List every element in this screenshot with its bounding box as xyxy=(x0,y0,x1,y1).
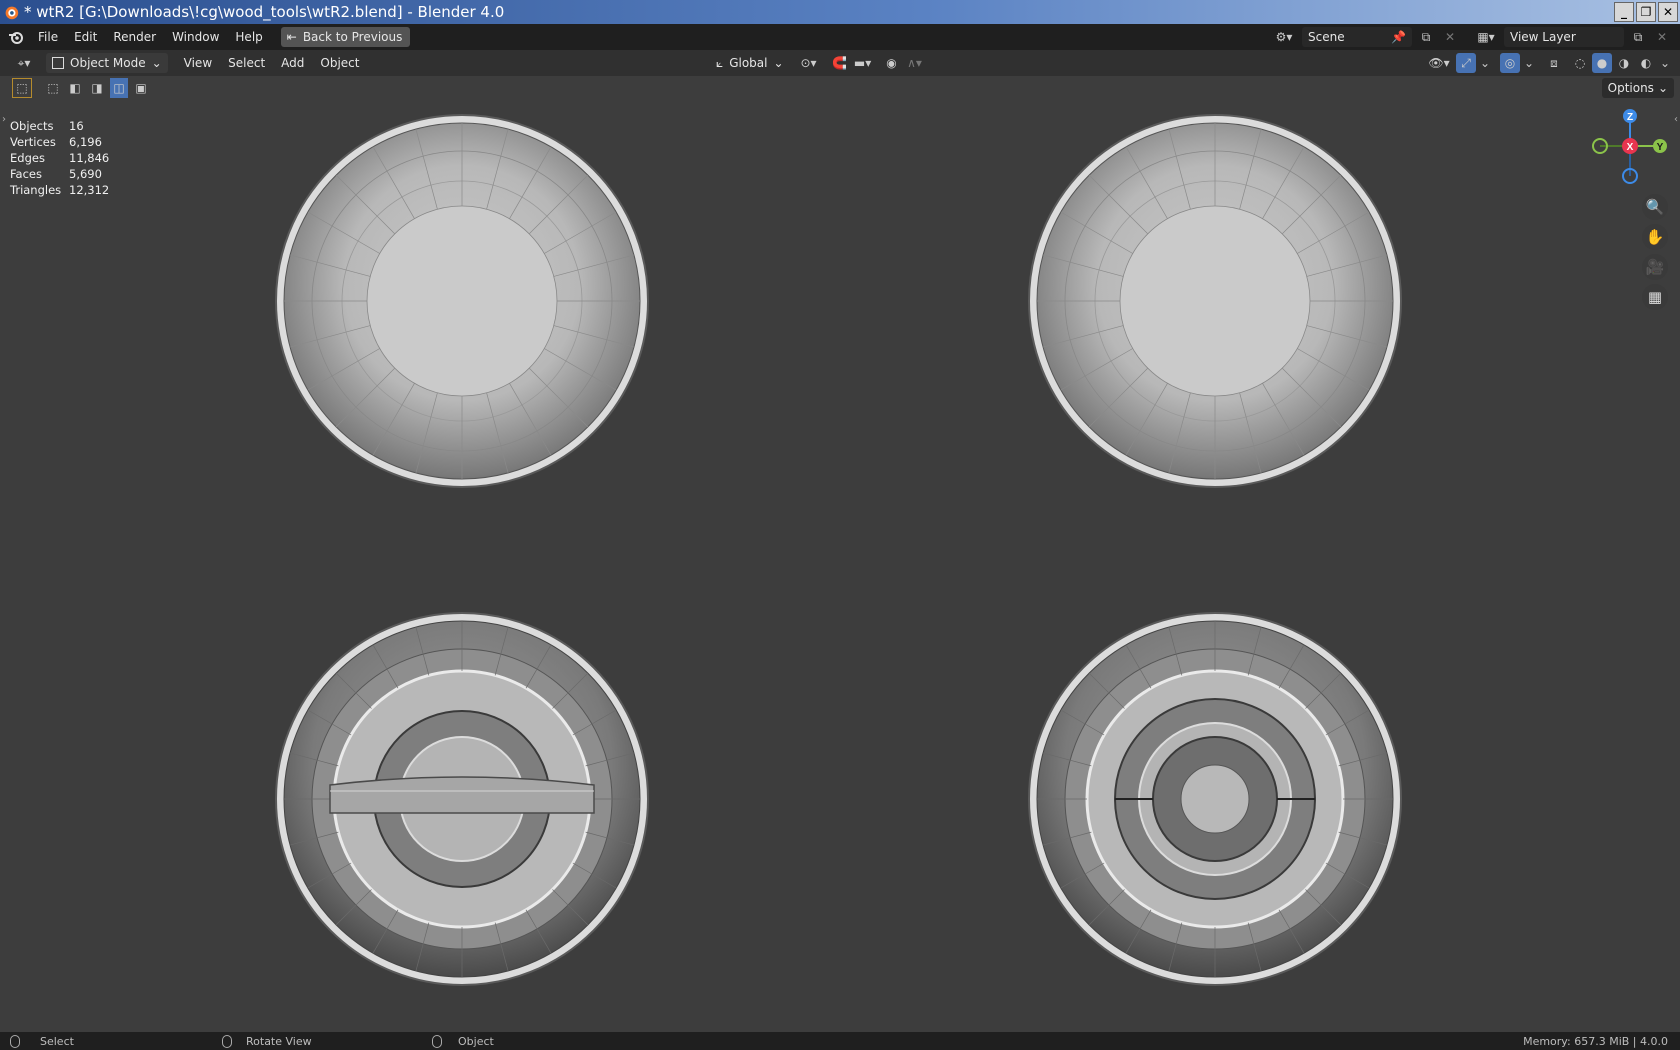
select-invert-icon[interactable]: ◫ xyxy=(110,78,128,98)
window-titlebar: * wtR2 [G:\Downloads\!cg\wood_tools\wtR2… xyxy=(0,0,1680,24)
mouse-right-icon xyxy=(432,1034,442,1048)
3d-viewport[interactable]: ⬚ ⬚ ◧ ◨ ◫ ▣ Options ⌄ Objects 16 Vertices… xyxy=(0,76,1680,1032)
falloff-icon[interactable]: ∧▾ xyxy=(902,53,928,73)
pivot-point-icon[interactable]: ⊙▾ xyxy=(794,53,824,73)
status-select: Select xyxy=(10,1034,74,1048)
stats-row: Edges 11,846 xyxy=(10,151,110,165)
gizmo-dropdown-icon[interactable]: ⌄ xyxy=(1478,53,1492,73)
viewport-header: ⌖▾ Object Mode ⌄ View Select Add Object … xyxy=(0,50,1680,76)
select-intersect-icon[interactable]: ▣ xyxy=(132,78,150,98)
stats-row: Faces 5,690 xyxy=(10,167,102,181)
menu-add[interactable]: Add xyxy=(273,50,312,76)
restore-button[interactable]: ❐ xyxy=(1636,2,1656,22)
memory-readout: Memory: 657.3 MiB | 4.0.0 xyxy=(1523,1034,1668,1048)
stats-row: Triangles 12,312 xyxy=(10,183,110,197)
svg-text:Y: Y xyxy=(1657,142,1664,153)
mode-dropdown[interactable]: Object Mode ⌄ xyxy=(46,53,168,73)
chevron-down-icon: ⌄ xyxy=(773,56,784,70)
back-icon: ⇤ xyxy=(286,30,297,44)
minimize-button[interactable]: _ xyxy=(1614,2,1634,22)
orientation-icon: ⟀ xyxy=(716,55,724,70)
menu-window[interactable]: Window xyxy=(164,24,227,50)
ortho-grid-icon[interactable]: ▦ xyxy=(1642,284,1668,310)
transform-orientation-dropdown[interactable]: ⟀ Global ⌄ xyxy=(710,53,790,73)
editor-type-icon[interactable]: ⌖▾ xyxy=(8,53,40,73)
select-subtract-icon[interactable]: ◨ xyxy=(88,78,106,98)
material-shading-icon[interactable]: ◑ xyxy=(1614,53,1634,73)
new-view-layer-icon[interactable]: ⧉ xyxy=(1628,27,1648,47)
chevron-down-icon: ⌄ xyxy=(1657,81,1668,95)
selection-tools: ⬚ ⬚ ◧ ◨ ◫ ▣ xyxy=(12,78,150,98)
dial-object-top-right[interactable] xyxy=(1027,113,1403,489)
mouse-middle-icon xyxy=(222,1034,232,1048)
select-tool-icon[interactable]: ⬚ xyxy=(12,78,32,98)
svg-text:Z: Z xyxy=(1627,112,1633,123)
window-title: * wtR2 [G:\Downloads\!cg\wood_tools\wtR2… xyxy=(24,3,505,21)
rendered-shading-icon[interactable]: ◐ xyxy=(1636,53,1656,73)
snap-toggle-icon[interactable]: 🧲 xyxy=(830,53,850,73)
zoom-icon[interactable]: 🔍 xyxy=(1642,194,1668,220)
object-mode-icon xyxy=(52,57,64,69)
options-dropdown[interactable]: Options ⌄ xyxy=(1601,78,1674,98)
select-new-icon[interactable]: ⬚ xyxy=(44,78,62,98)
stats-row: Objects 16 xyxy=(10,119,84,133)
camera-view-icon[interactable]: 🎥 xyxy=(1642,254,1668,280)
shading-dropdown-icon[interactable]: ⌄ xyxy=(1658,53,1672,73)
menu-select[interactable]: Select xyxy=(220,50,273,76)
snap-target-icon[interactable]: ▬▾ xyxy=(850,53,876,73)
solid-shading-icon[interactable]: ● xyxy=(1592,53,1612,73)
overlay-toggle-icon[interactable]: ◎ xyxy=(1500,53,1520,73)
xray-toggle-icon[interactable]: ⧈ xyxy=(1544,53,1564,73)
close-button[interactable]: ✕ xyxy=(1658,2,1678,22)
pan-hand-icon[interactable]: ✋ xyxy=(1642,224,1668,250)
delete-view-layer-icon[interactable]: ✕ xyxy=(1652,27,1672,47)
menu-render[interactable]: Render xyxy=(105,24,164,50)
menu-edit[interactable]: Edit xyxy=(66,24,105,50)
scene-field[interactable]: Scene 📌 xyxy=(1302,27,1412,47)
menu-file[interactable]: File xyxy=(30,24,66,50)
status-object: Object xyxy=(432,1034,494,1048)
scene-selector-icon[interactable]: ⚙▾ xyxy=(1270,27,1298,47)
menu-object[interactable]: Object xyxy=(312,50,367,76)
delete-scene-icon[interactable]: ✕ xyxy=(1440,27,1460,47)
stats-row: Vertices 6,196 xyxy=(10,135,102,149)
chevron-down-icon: ⌄ xyxy=(151,56,162,70)
menu-view[interactable]: View xyxy=(176,50,220,76)
new-scene-icon[interactable]: ⧉ xyxy=(1416,27,1436,47)
visibility-icon[interactable]: 👁▾ xyxy=(1424,53,1454,73)
top-menubar: File Edit Render Window Help ⇤ Back to P… xyxy=(0,24,1680,50)
navigation-gizmo[interactable]: Z Y X xyxy=(1590,106,1670,186)
sidebar-toggle-icon[interactable]: ‹ xyxy=(1674,114,1678,125)
gizmo-toggle-icon[interactable]: ⤢ xyxy=(1456,53,1476,73)
toolbar-toggle-icon[interactable]: › xyxy=(2,114,6,125)
status-bar: Select Rotate View Object Memory: 657.3 … xyxy=(0,1032,1680,1050)
dial-object-bottom-right[interactable] xyxy=(1027,611,1403,987)
svg-text:X: X xyxy=(1627,142,1634,153)
statistics-overlay: Objects 16 Vertices 6,196 Edges 11,846 Face… xyxy=(10,118,109,198)
menu-help[interactable]: Help xyxy=(227,24,270,50)
wireframe-shading-icon[interactable]: ◌ xyxy=(1570,53,1590,73)
dial-object-top-left[interactable] xyxy=(274,113,650,489)
blender-menu-icon[interactable] xyxy=(6,27,26,47)
mouse-left-icon xyxy=(10,1034,20,1048)
overlay-dropdown-icon[interactable]: ⌄ xyxy=(1522,53,1536,73)
status-rotate: Rotate View xyxy=(222,1034,312,1048)
pin-icon[interactable]: 📌 xyxy=(1391,30,1406,44)
view-layer-icon[interactable]: ▦▾ xyxy=(1472,27,1500,47)
dial-object-bottom-left[interactable] xyxy=(274,611,650,987)
blender-logo-icon xyxy=(5,6,19,20)
proportional-edit-icon[interactable]: ◉ xyxy=(882,53,902,73)
back-to-previous-button[interactable]: ⇤ Back to Previous xyxy=(280,27,411,47)
select-extend-icon[interactable]: ◧ xyxy=(66,78,84,98)
view-layer-field[interactable]: View Layer xyxy=(1504,27,1624,47)
